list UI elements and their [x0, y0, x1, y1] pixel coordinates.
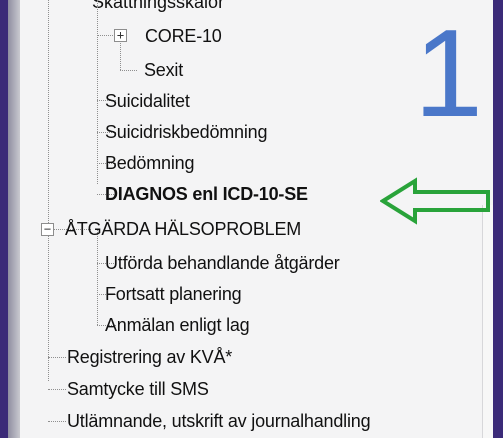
tree-item-sexit[interactable]: Sexit: [144, 54, 183, 86]
left-arrow-icon: [380, 177, 490, 225]
tree-item-suicidriskbedomning[interactable]: Suicidriskbedömning: [105, 116, 267, 148]
tree-core-connector: [120, 40, 121, 70]
tree-item-fortsatt-planering[interactable]: Fortsatt planering: [105, 278, 242, 310]
connector-sexit: [120, 70, 137, 71]
window-edge-shadow: [8, 0, 20, 438]
tree-item-registrering-kva[interactable]: Registrering av KVÅ*: [67, 341, 232, 373]
tree-item-suicidalitet[interactable]: Suicidalitet: [105, 85, 190, 117]
tree-item-diagnos-selected[interactable]: DIAGNOS enl ICD-10-SE: [105, 178, 308, 210]
connector-samtycke: [48, 389, 66, 390]
tree-item-samtycke-sms[interactable]: Samtycke till SMS: [67, 373, 209, 405]
tree-root-connector: [48, 0, 49, 381]
connector-registrering: [48, 357, 66, 358]
tree-assessment-connector: [97, 0, 98, 184]
collapse-atgarda-icon[interactable]: −: [41, 223, 54, 236]
tree-item-bedomning[interactable]: Bedömning: [105, 147, 194, 179]
tree-item-utforda-behandlande[interactable]: Utförda behandlande åtgärder: [105, 247, 340, 279]
tree-item-core-10[interactable]: CORE-10: [145, 20, 222, 52]
tree-item-partial-label[interactable]: Skattningsskalor: [92, 0, 224, 11]
presentation-left-frame: [0, 0, 8, 438]
connector-utlamnande: [48, 421, 66, 422]
tree-item-atgarda-halsoproblem[interactable]: ÅTGÄRDA HÄLSOPROBLEM: [65, 213, 301, 245]
tree-item-anmalan-enligt-lag[interactable]: Anmälan enligt lag: [105, 309, 250, 341]
tree-item-utlamnande-journal[interactable]: Utlämnande, utskrift av journalhandling: [67, 405, 371, 437]
annotation-number: 1: [414, 5, 483, 143]
expand-core-10-icon[interactable]: +: [114, 29, 127, 42]
